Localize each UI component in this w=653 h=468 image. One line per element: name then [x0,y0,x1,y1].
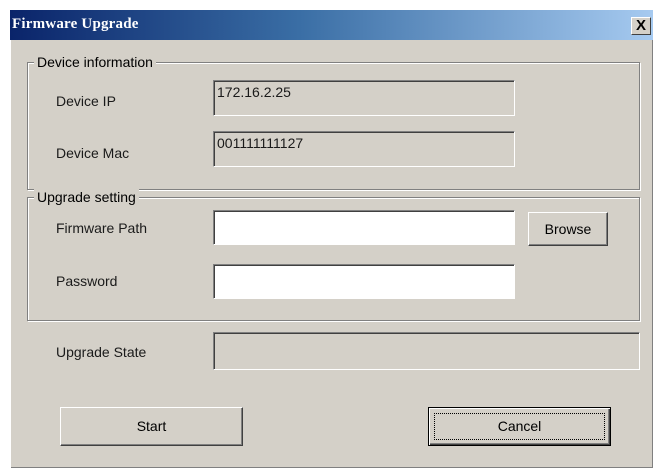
browse-button[interactable]: Browse [528,212,608,246]
password-label: Password [56,273,118,289]
title-bar[interactable]: Firmware Upgrade X [10,10,653,40]
cancel-button[interactable]: Cancel [428,407,611,446]
start-button-label: Start [136,418,167,434]
close-icon: X [635,17,646,34]
cancel-button-label: Cancel [497,418,542,434]
firmware-path-input[interactable] [213,210,515,245]
upgrade-state-field [213,332,640,370]
close-button[interactable]: X [631,17,651,35]
device-information-legend: Device information [34,53,156,71]
device-ip-field: 172.16.2.25 [213,80,515,116]
browse-button-label: Browse [544,221,592,237]
upgrade-setting-legend: Upgrade setting [34,188,139,206]
firmware-upgrade-dialog: Firmware Upgrade X Device information De… [10,10,653,468]
window-title: Firmware Upgrade [12,16,139,32]
start-button[interactable]: Start [60,407,243,446]
password-input[interactable] [213,264,515,299]
upgrade-state-label: Upgrade State [56,344,147,360]
firmware-path-label: Firmware Path [56,220,148,236]
device-mac-label: Device Mac [56,145,130,161]
device-ip-label: Device IP [56,93,116,109]
device-mac-field: 001111111127 [213,131,515,167]
